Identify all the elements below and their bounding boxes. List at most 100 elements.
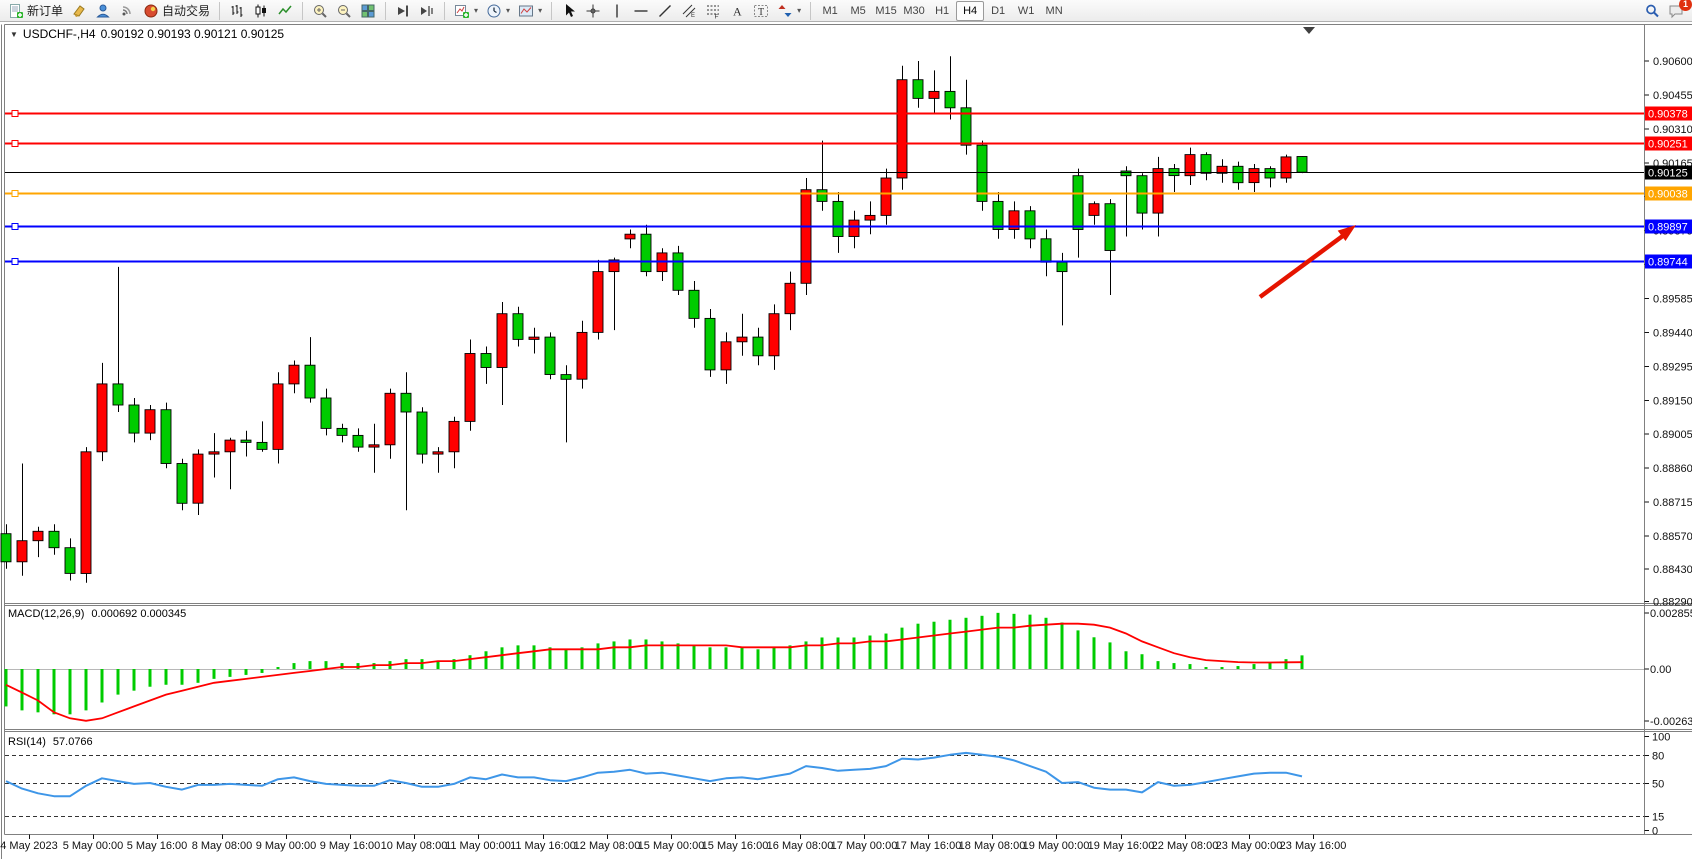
macd-histogram-bar <box>725 647 728 669</box>
candle-body <box>993 201 1003 229</box>
candle-body <box>209 452 219 454</box>
autotrade-button[interactable]: 自动交易 <box>139 0 214 22</box>
profile-button[interactable] <box>91 0 115 22</box>
new-chart-button[interactable]: ▾ <box>450 0 482 22</box>
search-button[interactable] <box>1640 0 1664 22</box>
line-chart-button[interactable] <box>273 0 297 22</box>
macd-histogram-bar <box>53 669 56 714</box>
price-badge-label: 0.90251 <box>1648 139 1688 151</box>
candle-body <box>721 342 731 370</box>
candle-body <box>289 365 299 384</box>
candle-body <box>881 178 891 215</box>
timeframe-button-w1[interactable]: W1 <box>1012 1 1040 21</box>
periods-button[interactable]: ▾ <box>482 0 514 22</box>
svg-text:4 May 2023: 4 May 2023 <box>0 840 57 852</box>
macd-histogram-bar <box>277 667 280 669</box>
cursor-button[interactable] <box>557 0 581 22</box>
dropdown-arrow-icon[interactable]: ▾ <box>797 6 801 15</box>
notification-button[interactable]: 1 <box>1664 0 1688 22</box>
candle-body <box>1249 169 1259 183</box>
channel-icon: E <box>681 3 697 19</box>
macd-histogram-bar <box>469 655 472 669</box>
dropdown-arrow-icon[interactable]: ▾ <box>474 6 478 15</box>
candle-body <box>945 91 955 107</box>
line-handle[interactable] <box>12 141 18 147</box>
macd-histogram-bar <box>677 643 680 669</box>
text-button[interactable]: A <box>725 0 749 22</box>
macd-histogram-bar <box>1141 654 1144 669</box>
styler-button[interactable] <box>67 0 91 22</box>
symbol-dropdown-icon[interactable]: ▼ <box>10 30 18 39</box>
candle-body <box>17 541 27 562</box>
zoom-out-icon <box>336 3 352 19</box>
price-badge-label: 0.89744 <box>1648 257 1688 269</box>
macd-histogram-bar <box>933 622 936 669</box>
label-button[interactable]: T <box>749 0 773 22</box>
svg-text:11 May 16:00: 11 May 16:00 <box>510 840 576 852</box>
macd-histogram-bar <box>261 669 264 673</box>
zoom-in-button[interactable] <box>308 0 332 22</box>
candle-body <box>849 220 859 236</box>
line-handle[interactable] <box>12 191 18 197</box>
autotrade-icon <box>143 3 159 19</box>
timeframe-button-mn[interactable]: MN <box>1040 1 1068 21</box>
arrows-button[interactable]: ▾ <box>773 0 805 22</box>
fibonacci-button[interactable]: F <box>701 0 725 22</box>
new-order-button[interactable]: 新订单 <box>4 0 67 22</box>
candle-body <box>865 215 875 220</box>
timeframe-button-m1[interactable]: M1 <box>816 1 844 21</box>
bar-chart-button[interactable] <box>225 0 249 22</box>
vertical-line-button[interactable] <box>605 0 629 22</box>
crosshair-icon <box>585 3 601 19</box>
timeframe-button-m15[interactable]: M15 <box>872 1 900 21</box>
dropdown-arrow-icon[interactable]: ▾ <box>538 6 542 15</box>
templates-button[interactable]: ▾ <box>514 0 546 22</box>
chart-canvas[interactable]: 0.906000.904550.903100.901650.900200.898… <box>0 0 1692 859</box>
line-handle[interactable] <box>12 224 18 230</box>
macd-histogram-bar <box>1221 667 1224 669</box>
cursor-icon <box>561 3 577 19</box>
paint-icon <box>71 3 87 19</box>
price-badge-label: 0.90125 <box>1648 168 1688 180</box>
svg-text:15 May 00:00: 15 May 00:00 <box>638 840 705 852</box>
macd-histogram-bar <box>197 669 200 683</box>
macd-histogram-bar <box>165 669 168 685</box>
channel-button[interactable]: E <box>677 0 701 22</box>
macd-histogram-bar <box>757 649 760 669</box>
chart-shift-button[interactable] <box>391 0 415 22</box>
svg-text:F: F <box>715 13 719 19</box>
zoom-out-button[interactable] <box>332 0 356 22</box>
candle-body <box>1233 166 1243 182</box>
horizontal-line-button[interactable] <box>629 0 653 22</box>
svg-text:0.88290: 0.88290 <box>1653 597 1692 609</box>
timeframe-button-h4[interactable]: H4 <box>956 1 984 21</box>
macd-histogram-bar <box>613 641 616 669</box>
macd-histogram-bar <box>517 645 520 669</box>
macd-histogram-bar <box>581 647 584 669</box>
line-handle[interactable] <box>12 259 18 265</box>
clock-icon <box>486 3 502 19</box>
svg-text:0.00: 0.00 <box>1650 664 1671 676</box>
svg-text:0.89295: 0.89295 <box>1653 361 1692 373</box>
auto-scroll-button[interactable] <box>415 0 439 22</box>
macd-histogram-bar <box>229 669 232 677</box>
line-handle[interactable] <box>12 111 18 117</box>
candle-chart-button[interactable] <box>249 0 273 22</box>
candle-body <box>1089 204 1099 216</box>
tile-windows-button[interactable] <box>356 0 380 22</box>
signals-button[interactable] <box>115 0 139 22</box>
crosshair-button[interactable] <box>581 0 605 22</box>
macd-histogram-bar <box>85 669 88 710</box>
trendline-button[interactable] <box>653 0 677 22</box>
macd-histogram-bar <box>1173 663 1176 669</box>
timeframe-button-m5[interactable]: M5 <box>844 1 872 21</box>
dropdown-arrow-icon[interactable]: ▾ <box>506 6 510 15</box>
toolbar-separator <box>219 2 220 20</box>
candle-body <box>1297 157 1307 173</box>
timeframe-button-h1[interactable]: H1 <box>928 1 956 21</box>
timeframe-button-d1[interactable]: D1 <box>984 1 1012 21</box>
macd-histogram-bar <box>1077 630 1080 669</box>
symbol-label: USDCHF-,H4 <box>23 27 96 41</box>
svg-text:0.88570: 0.88570 <box>1653 531 1692 543</box>
timeframe-button-m30[interactable]: M30 <box>900 1 928 21</box>
